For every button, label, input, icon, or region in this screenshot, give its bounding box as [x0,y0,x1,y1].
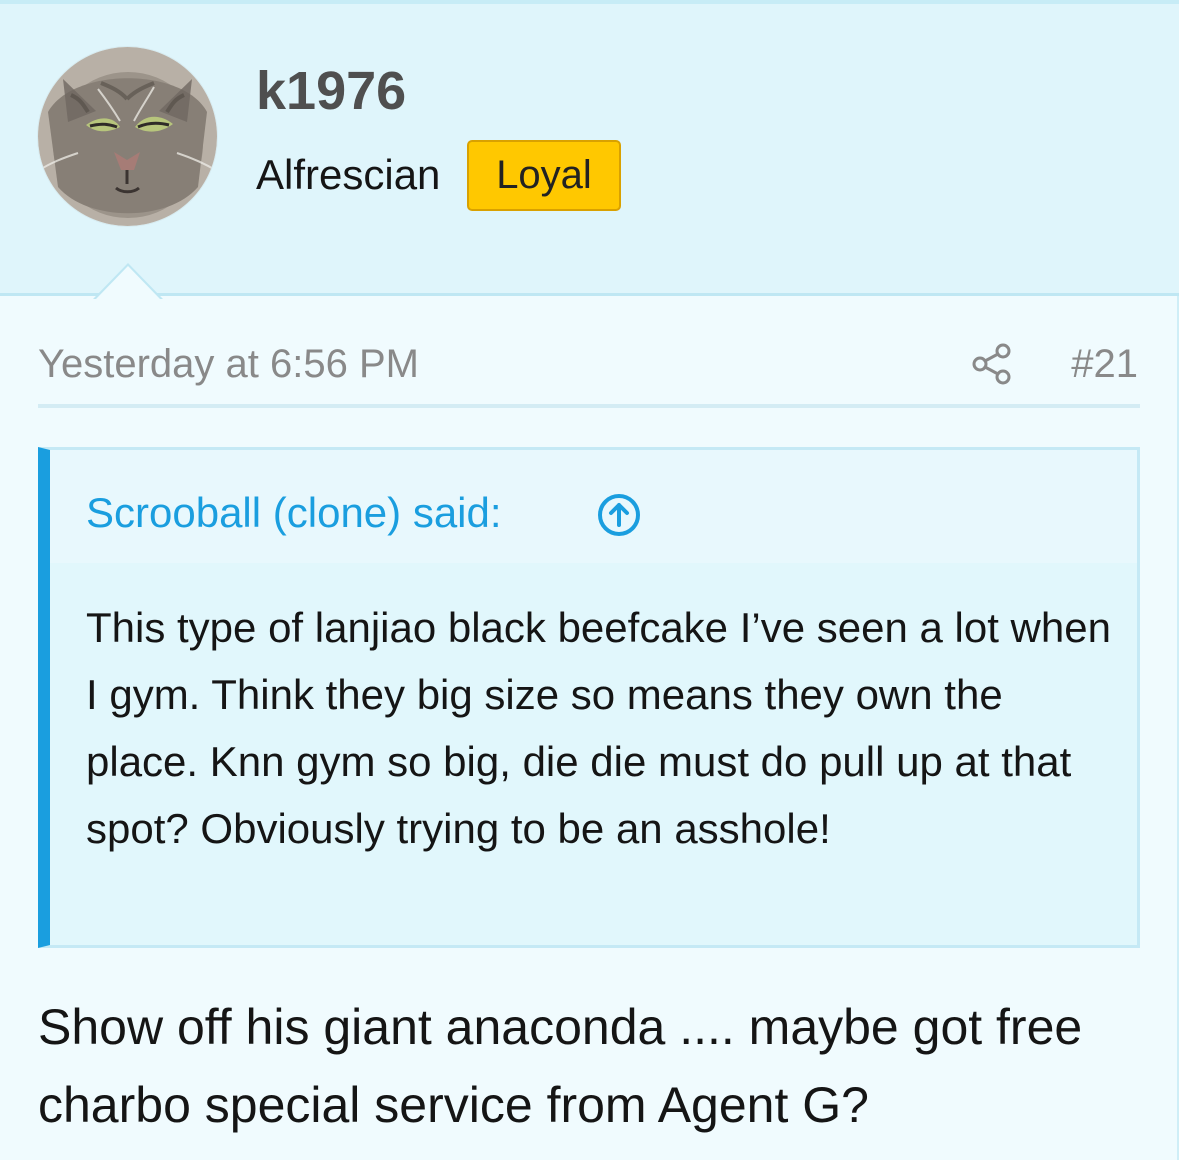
user-badge: Loyal [467,140,621,211]
username-link[interactable]: k1976 [256,61,406,121]
arrow-up-circle-icon[interactable] [596,492,642,538]
post-message-text: Show off his giant anaconda .... maybe g… [38,999,1083,1133]
cat-face-avatar-icon [38,47,217,226]
share-icon[interactable] [970,342,1014,386]
message-pointer [93,263,163,299]
post-timestamp-link[interactable]: Yesterday at 6:56 PM [38,341,419,387]
forum-post: k1976 Alfrescian Loyal Yesterday at 6:56… [0,0,1179,1160]
user-title: Alfrescian [256,151,441,198]
quote-author-link[interactable]: Scrooball (clone) said: [86,489,502,537]
quoted-message: Scrooball (clone) said: This type of lan… [38,447,1140,948]
post-number-link[interactable]: #21 [1058,341,1138,387]
quote-header: Scrooball (clone) said: [50,450,1137,563]
post-meta-divider [38,404,1140,408]
quote-text: This type of lanjiao black beefcake I’ve… [86,604,1111,852]
avatar[interactable] [38,47,217,226]
user-header: k1976 Alfrescian Loyal [0,0,1179,299]
